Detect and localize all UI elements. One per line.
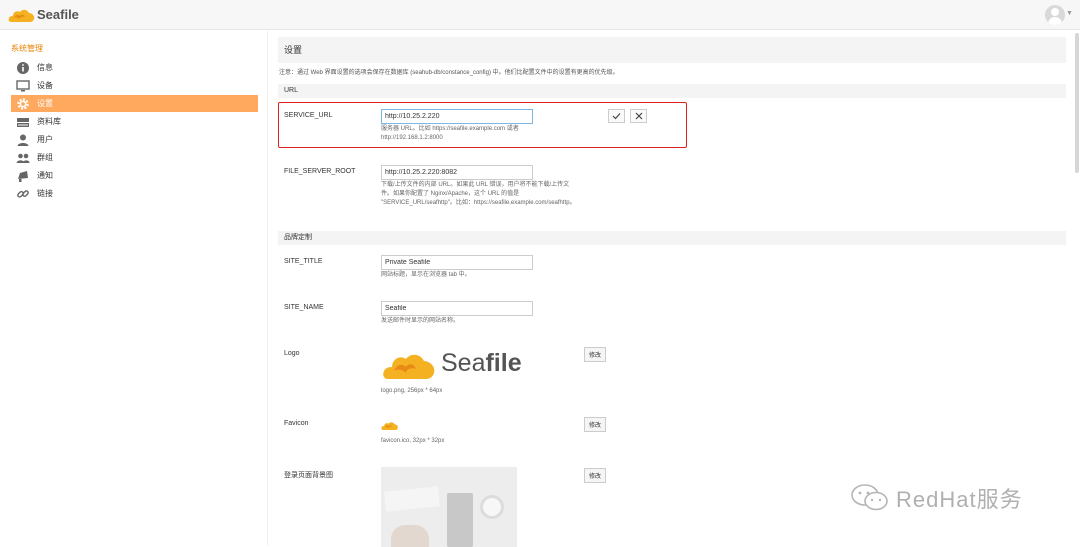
sidebar-item-users[interactable]: 用户 bbox=[11, 131, 258, 148]
sidebar-item-settings[interactable]: 设置 bbox=[11, 95, 258, 112]
notification-icon bbox=[16, 169, 30, 183]
site-title-help: 网站标题，显示在浏览器 tab 中。 bbox=[381, 272, 471, 278]
section-branding-header: 品牌定制 bbox=[278, 231, 1066, 245]
watermark-text: RedHat服务 bbox=[896, 487, 1023, 512]
sidebar-item-info[interactable]: 信息 bbox=[11, 59, 258, 76]
section-url-header: URL bbox=[278, 84, 1066, 98]
login-bg-label: 登录页面背景图 bbox=[284, 472, 333, 479]
wechat-icon bbox=[851, 484, 888, 511]
sidebar: 系统管理 信息 设备 设置 资料库 用户 群组 通知 链接 bbox=[0, 31, 268, 545]
page-title: 设置 bbox=[278, 37, 1066, 63]
service-url-input[interactable] bbox=[381, 109, 533, 124]
seafile-cloud-icon bbox=[383, 354, 435, 379]
sidebar-item-label: 设置 bbox=[37, 99, 53, 108]
settings-note: 注意：通过 Web 界面设置的选项会保存在数据库 (seahub-db/cons… bbox=[279, 70, 619, 76]
user-icon bbox=[16, 133, 30, 147]
favicon-preview-icon bbox=[381, 422, 398, 430]
gear-icon bbox=[16, 97, 30, 111]
top-bar: Seafile ▼ bbox=[0, 0, 1080, 30]
login-bg-modify-button[interactable]: 修改 bbox=[584, 468, 606, 483]
service-url-label: SERVICE_URL bbox=[284, 112, 333, 119]
settings-panel: 设置 注意：通过 Web 界面设置的选项会保存在数据库 (seahub-db/c… bbox=[278, 37, 1068, 547]
file-server-root-help: 下载/上传文件的内部 URL。如果此 URL 错误，用户将不能下载/上传文 件。… bbox=[381, 182, 576, 206]
sidebar-item-libraries[interactable]: 资料库 bbox=[11, 113, 258, 130]
group-icon bbox=[16, 151, 30, 165]
service-url-help: 服务器 URL。比如 https://seafile.example.com 或… bbox=[381, 126, 519, 141]
site-name-label: SITE_NAME bbox=[284, 304, 324, 311]
avatar[interactable] bbox=[1045, 5, 1065, 25]
site-name-input[interactable] bbox=[381, 301, 533, 316]
confirm-button[interactable] bbox=[608, 109, 625, 123]
site-title-input[interactable] bbox=[381, 255, 533, 270]
seafile-logo[interactable]: Seafile bbox=[8, 5, 80, 25]
sidebar-title: 系统管理 bbox=[11, 44, 43, 53]
watermark: RedHat服务 bbox=[850, 482, 1023, 514]
cancel-button[interactable] bbox=[630, 109, 647, 123]
check-icon bbox=[612, 113, 621, 120]
logo-caption: logo.png, 256px * 64px bbox=[381, 388, 443, 394]
sidebar-item-label: 设备 bbox=[37, 81, 53, 90]
favicon-modify-button[interactable]: 修改 bbox=[584, 417, 606, 432]
site-title-label: SITE_TITLE bbox=[284, 258, 323, 265]
sidebar-item-label: 用户 bbox=[37, 135, 53, 144]
sidebar-item-label: 信息 bbox=[37, 63, 53, 72]
seafile-cloud-icon bbox=[8, 9, 35, 22]
sidebar-item-label: 群组 bbox=[37, 153, 53, 162]
chevron-down-icon[interactable]: ▼ bbox=[1066, 10, 1073, 17]
favicon-caption: favicon.ico, 32px * 32px bbox=[381, 438, 445, 444]
sidebar-item-label: 通知 bbox=[37, 171, 53, 180]
monitor-icon bbox=[16, 79, 30, 93]
logo-modify-button[interactable]: 修改 bbox=[584, 347, 606, 362]
library-icon bbox=[16, 115, 30, 129]
link-icon bbox=[16, 187, 30, 201]
sidebar-item-label: 链接 bbox=[37, 189, 53, 198]
scrollbar[interactable] bbox=[1075, 33, 1079, 173]
logo-preview: Seafile bbox=[381, 343, 522, 385]
sidebar-item-label: 资料库 bbox=[37, 117, 61, 126]
file-server-root-input[interactable] bbox=[381, 165, 533, 180]
login-bg-preview bbox=[381, 467, 517, 547]
logo-label: Logo bbox=[284, 350, 300, 357]
favicon-label: Favicon bbox=[284, 420, 309, 427]
file-server-root-label: FILE_SERVER_ROOT bbox=[284, 168, 356, 175]
sidebar-item-links[interactable]: 链接 bbox=[11, 185, 258, 202]
brand-name: Seafile bbox=[37, 7, 79, 22]
info-icon bbox=[16, 61, 30, 75]
sidebar-item-notifications[interactable]: 通知 bbox=[11, 167, 258, 184]
logo-text: Seafile bbox=[441, 349, 522, 377]
sidebar-item-devices[interactable]: 设备 bbox=[11, 77, 258, 94]
close-icon bbox=[635, 112, 642, 120]
site-name-help: 发送邮件时显示的网站名称。 bbox=[381, 318, 460, 324]
sidebar-item-groups[interactable]: 群组 bbox=[11, 149, 258, 166]
